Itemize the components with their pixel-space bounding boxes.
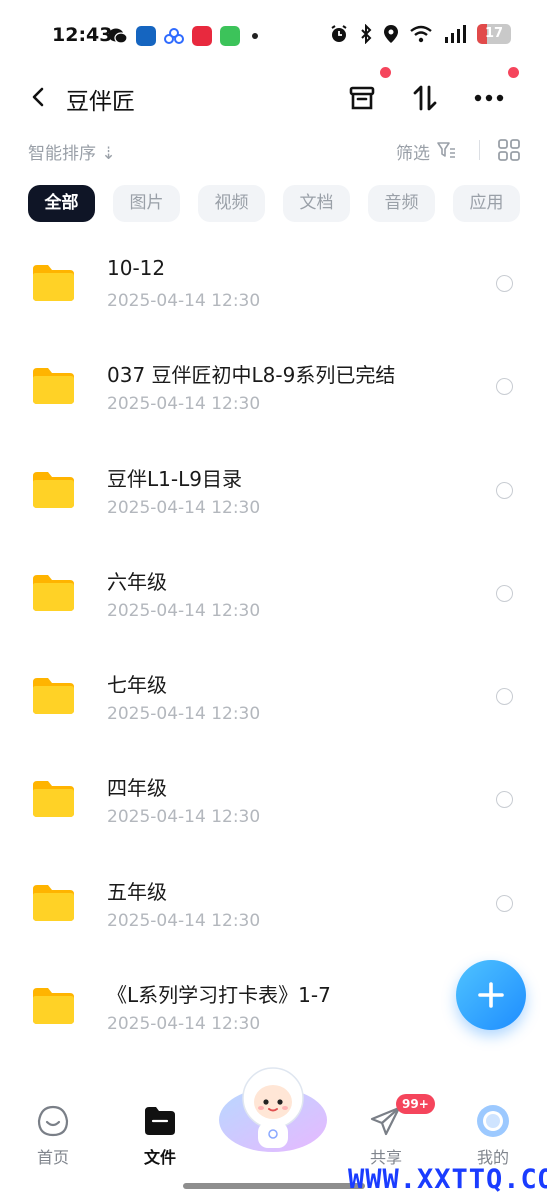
select-checkbox[interactable]	[496, 791, 513, 809]
nav-home[interactable]: 首页	[23, 1104, 83, 1168]
folder-filled-icon	[145, 1107, 175, 1135]
toolbar-divider	[479, 140, 480, 160]
file-date: 2025-04-14 12:30	[107, 910, 261, 931]
file-name: 037 豆伴匠初中L8-9系列已完结	[107, 363, 396, 388]
list-item[interactable]: 五年级 2025-04-14 12:30	[0, 850, 547, 953]
filter-button[interactable]: 筛选	[396, 139, 430, 164]
sort-arrows-icon	[413, 85, 437, 111]
avatar-icon	[477, 1105, 509, 1137]
status-bar: 12:43 17	[0, 0, 547, 72]
smart-sort-dropdown[interactable]: 智能排序 ⇣	[28, 139, 116, 164]
archive-box-icon	[349, 86, 375, 110]
page-title: 豆伴匠	[66, 89, 135, 115]
select-checkbox[interactable]	[496, 275, 513, 292]
share-badge: 99+	[396, 1094, 435, 1114]
file-date: 2025-04-14 12:30	[107, 497, 261, 518]
message-app-icon	[220, 26, 240, 46]
file-list: 10-12 2025-04-14 12:30 037 豆伴匠初中L8-9系列已完…	[0, 230, 547, 1056]
filter-icon[interactable]	[436, 140, 456, 160]
nav-mine[interactable]: 我的	[463, 1104, 523, 1168]
more-notification-dot	[508, 67, 519, 78]
tab-audio[interactable]: 音频	[368, 185, 435, 222]
list-item[interactable]: 四年级 2025-04-14 12:30	[0, 746, 547, 849]
select-checkbox[interactable]	[496, 481, 513, 499]
folder-icon	[33, 678, 74, 715]
folder-icon	[33, 368, 74, 405]
app-notification-icon	[136, 26, 156, 46]
status-time: 12:43	[52, 24, 113, 46]
select-checkbox[interactable]	[496, 584, 513, 602]
select-checkbox[interactable]	[496, 894, 513, 912]
more-options-button[interactable]	[469, 78, 509, 118]
folder-icon	[33, 781, 74, 818]
system-icons: 17	[329, 24, 511, 44]
select-checkbox[interactable]	[496, 378, 513, 396]
tab-videos[interactable]: 视频	[198, 185, 265, 222]
folder-icon	[33, 471, 74, 508]
wifi-icon	[410, 25, 432, 43]
list-item[interactable]: 六年级 2025-04-14 12:30	[0, 540, 547, 643]
file-name: 五年级	[107, 879, 167, 904]
plus-icon	[478, 982, 504, 1008]
file-date: 2025-04-14 12:30	[107, 394, 261, 415]
transfer-list-button[interactable]	[342, 78, 382, 118]
category-tabs: 全部 图片 视频 文档 音频 应用	[28, 185, 520, 222]
back-button[interactable]	[24, 82, 54, 112]
location-icon	[384, 25, 398, 43]
tab-all[interactable]: 全部	[28, 185, 95, 222]
list-item[interactable]: 037 豆伴匠初中L8-9系列已完结 2025-04-14 12:30	[0, 333, 547, 436]
shop-app-icon	[192, 26, 212, 46]
file-date: 2025-04-14 12:30	[107, 291, 261, 311]
watermark-text: WWW.XXTTQ.COM	[348, 1164, 547, 1195]
nav-files[interactable]: 文件	[130, 1104, 190, 1168]
file-name: 10-12	[107, 256, 166, 280]
file-name: 七年级	[107, 673, 167, 698]
file-date: 2025-04-14 12:30	[107, 704, 261, 725]
sort-filter-bar: 智能排序 ⇣ 筛选	[0, 134, 547, 166]
folder-icon	[33, 574, 74, 611]
file-name: 《L系列学习打卡表》1-7	[107, 983, 331, 1008]
select-checkbox[interactable]	[496, 688, 513, 706]
home-indicator[interactable]	[183, 1183, 365, 1189]
tab-documents[interactable]: 文档	[283, 185, 350, 222]
tab-apps[interactable]: 应用	[453, 185, 520, 222]
folder-icon	[33, 265, 74, 301]
home-icon	[37, 1105, 69, 1137]
file-date: 2025-04-14 12:30	[107, 807, 261, 828]
grid-view-icon[interactable]	[497, 138, 521, 162]
bluetooth-icon	[361, 24, 372, 44]
file-date: 2025-04-14 12:30	[107, 600, 261, 621]
file-date: 2025-04-14 12:30	[107, 1014, 261, 1035]
list-item[interactable]: 10-12 2025-04-14 12:30	[0, 230, 547, 333]
file-name: 六年级	[107, 569, 167, 594]
list-item[interactable]: 豆伴L1-L9目录 2025-04-14 12:30	[0, 437, 547, 540]
transfer-notification-dot	[380, 67, 391, 78]
file-name: 豆伴L1-L9目录	[107, 466, 242, 491]
notification-icons	[108, 26, 258, 46]
header: 豆伴匠	[0, 67, 547, 124]
cellular-signal-icon	[445, 25, 466, 43]
file-name: 四年级	[107, 776, 167, 801]
wechat-icon	[108, 28, 128, 44]
cloud-app-icon	[164, 28, 184, 44]
alarm-icon	[331, 25, 347, 42]
nav-home-label: 首页	[36, 1148, 69, 1167]
sort-order-button[interactable]	[405, 78, 445, 118]
chevron-left-icon	[32, 87, 44, 107]
folder-icon	[33, 988, 74, 1025]
list-item[interactable]: 七年级 2025-04-14 12:30	[0, 643, 547, 746]
battery-level: 17	[485, 26, 504, 41]
more-dots-icon	[474, 94, 504, 102]
tab-images[interactable]: 图片	[113, 185, 180, 222]
add-button[interactable]	[456, 960, 526, 1030]
more-notifications-icon	[252, 33, 258, 39]
nav-files-label: 文件	[143, 1148, 176, 1167]
mascot-assistant-icon[interactable]	[218, 1062, 328, 1154]
folder-icon	[33, 884, 74, 921]
battery-indicator: 17	[477, 24, 511, 44]
